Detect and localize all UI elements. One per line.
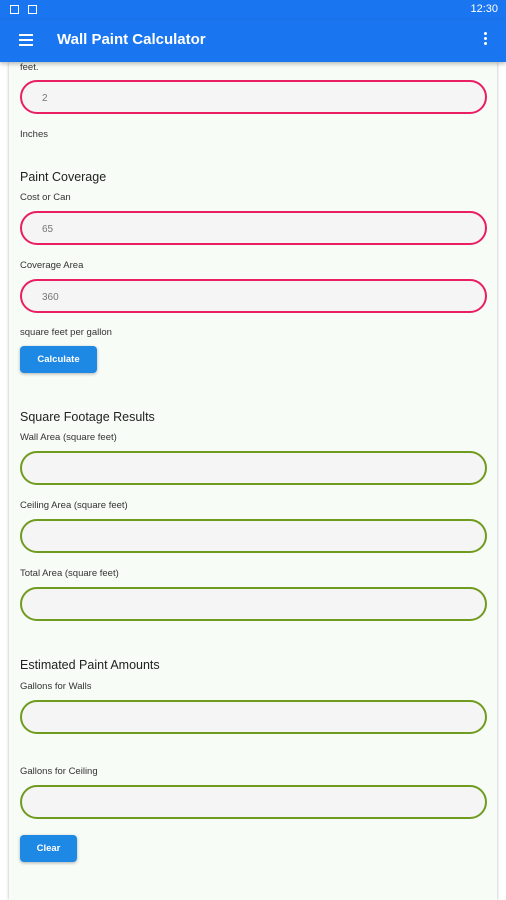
calculate-button[interactable]: Calculate (20, 346, 97, 373)
inches-label: Inches (20, 129, 48, 140)
paint-coverage-heading: Paint Coverage (20, 170, 107, 184)
cost-field[interactable] (20, 211, 487, 245)
cost-label: Cost or Can (20, 192, 71, 203)
gallons-ceiling-field[interactable] (20, 785, 487, 819)
ceiling-area-field[interactable] (20, 519, 487, 553)
inches-input[interactable] (40, 82, 464, 114)
cost-input[interactable] (40, 213, 464, 245)
total-area-field[interactable] (20, 587, 487, 621)
total-area-label: Total Area (square feet) (20, 568, 119, 579)
hamburger-menu-icon[interactable] (19, 34, 33, 46)
coverage-label: Coverage Area (20, 260, 84, 271)
feet-label: feet. (20, 62, 39, 73)
gallons-walls-label: Gallons for Walls (20, 681, 92, 692)
coverage-unit-label: square feet per gallon (20, 327, 112, 338)
wall-area-field[interactable] (20, 451, 487, 485)
ceiling-area-label: Ceiling Area (square feet) (20, 500, 128, 511)
coverage-field[interactable] (20, 279, 487, 313)
total-area-input[interactable] (40, 589, 464, 621)
status-time: 12:30 (470, 3, 498, 15)
wall-area-label: Wall Area (square feet) (20, 432, 117, 443)
clear-button[interactable]: Clear (20, 835, 77, 862)
estimated-paint-heading: Estimated Paint Amounts (20, 658, 160, 672)
square-footage-heading: Square Footage Results (20, 410, 155, 424)
app-bar: Wall Paint Calculator (0, 20, 506, 62)
gallons-ceiling-input[interactable] (40, 787, 464, 819)
wall-area-input[interactable] (40, 453, 464, 485)
more-options-icon[interactable] (484, 32, 488, 48)
download-icon (28, 5, 37, 14)
status-bar: 12:30 (0, 0, 506, 20)
notification-icon (10, 5, 19, 14)
gallons-ceiling-label: Gallons for Ceiling (20, 766, 98, 777)
app-title: Wall Paint Calculator (57, 31, 206, 48)
ceiling-area-input[interactable] (40, 521, 464, 553)
coverage-input[interactable] (40, 281, 464, 313)
inches-field[interactable] (20, 80, 487, 114)
gallons-walls-input[interactable] (40, 702, 464, 734)
gallons-walls-field[interactable] (20, 700, 487, 734)
